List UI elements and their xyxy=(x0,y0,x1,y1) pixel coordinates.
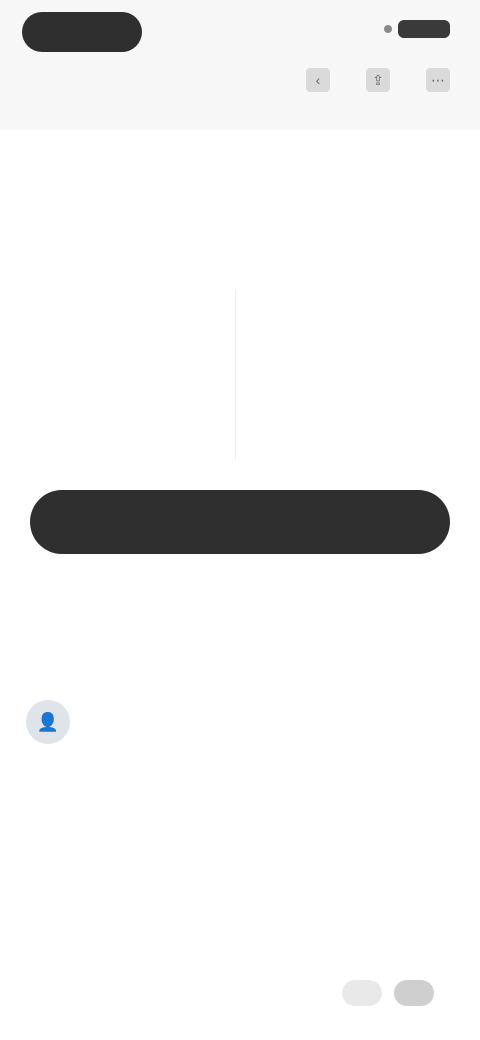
pager-prev-button[interactable] xyxy=(342,980,382,1006)
pager xyxy=(342,980,434,1006)
back-icon[interactable]: ‹ xyxy=(306,68,330,92)
info-left xyxy=(26,290,235,460)
review-item: 👤 xyxy=(26,700,456,798)
status-indicators xyxy=(384,20,450,38)
top-bar: ‹ ⇪ ⋯ xyxy=(0,0,480,130)
review-header: 👤 xyxy=(26,700,456,744)
more-icon[interactable]: ⋯ xyxy=(426,68,450,92)
info-right xyxy=(234,290,457,460)
header-actions: ‹ ⇪ ⋯ xyxy=(306,68,450,92)
pager-next-button[interactable] xyxy=(394,980,434,1006)
signal-icon xyxy=(384,25,392,33)
primary-action-button[interactable] xyxy=(30,490,450,554)
battery-icon xyxy=(398,20,450,38)
info-grid xyxy=(26,290,456,460)
app-logo[interactable] xyxy=(22,12,142,52)
share-icon[interactable]: ⇪ xyxy=(366,68,390,92)
avatar: 👤 xyxy=(26,700,70,744)
